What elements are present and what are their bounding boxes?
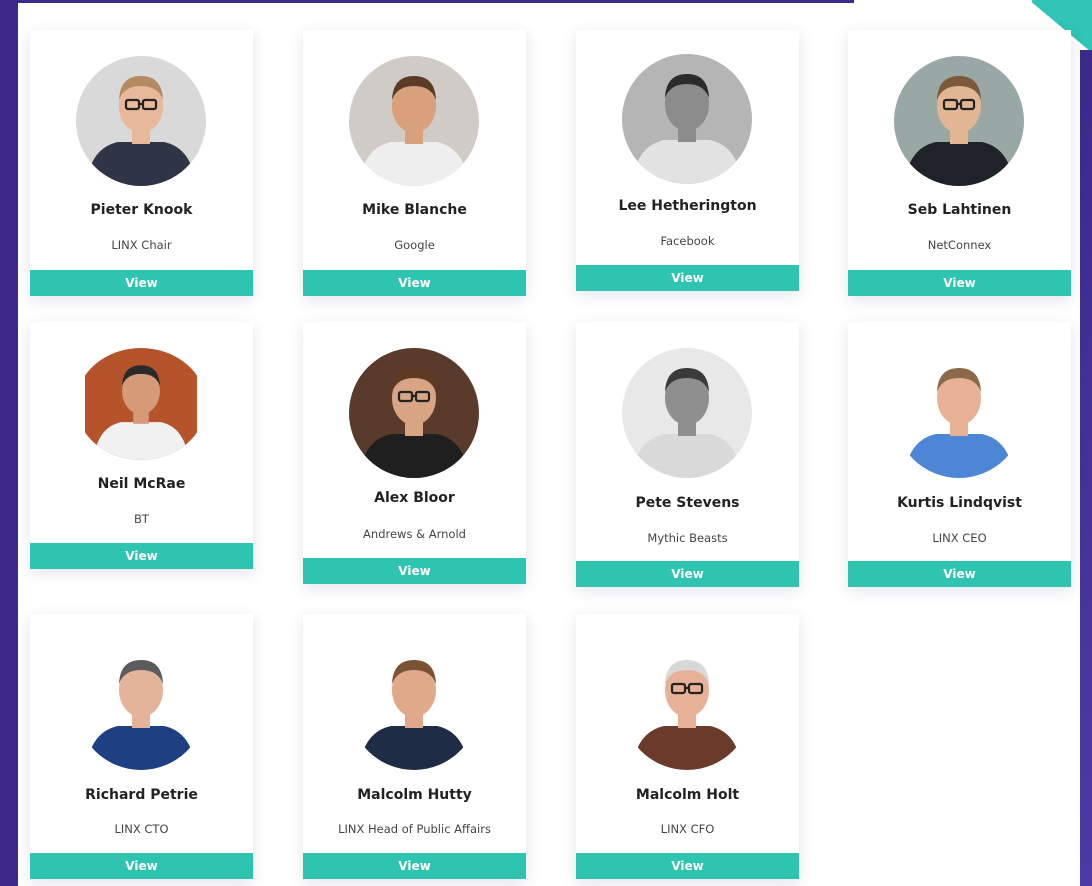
view-button[interactable]: View <box>303 853 526 879</box>
person-name: Neil McRae <box>97 476 186 492</box>
person-photo <box>349 640 479 770</box>
person-name: Alex Bloor <box>374 490 455 506</box>
person-card: Pete Stevens Mythic Beasts View <box>576 322 799 587</box>
person-photo <box>76 640 206 770</box>
person-card: Kurtis Lindqvist LINX CEO View <box>848 322 1071 587</box>
view-button[interactable]: View <box>30 270 253 296</box>
person-name: Mike Blanche <box>362 202 467 218</box>
view-button[interactable]: View <box>303 558 526 584</box>
person-name: Seb Lahtinen <box>907 202 1012 218</box>
person-photo <box>76 348 206 460</box>
person-photo <box>622 54 752 184</box>
person-organization: LINX Head of Public Affairs <box>338 822 491 836</box>
view-button[interactable]: View <box>576 853 799 879</box>
person-organization: NetConnex <box>927 238 992 252</box>
view-button[interactable]: View <box>576 265 799 291</box>
person-organization: LINX CEO <box>932 531 987 545</box>
person-organization: BT <box>134 512 149 526</box>
person-card: Malcolm Hutty LINX Head of Public Affair… <box>303 614 526 879</box>
person-card: Alex Bloor Andrews & Arnold View <box>303 322 526 584</box>
person-name: Pete Stevens <box>635 495 740 511</box>
person-card: Pieter Knook LINX Chair View <box>30 30 253 296</box>
view-button[interactable]: View <box>30 853 253 879</box>
person-card: Mike Blanche Google View <box>303 30 526 296</box>
person-photo <box>622 640 752 770</box>
person-name: Pieter Knook <box>90 202 193 218</box>
view-button[interactable]: View <box>848 270 1071 296</box>
person-card: Malcolm Holt LINX CFO View <box>576 614 799 879</box>
person-name: Malcolm Holt <box>635 787 740 803</box>
person-name: Lee Hetherington <box>618 198 757 214</box>
person-card: Neil McRae BT View <box>30 322 253 569</box>
view-button[interactable]: View <box>848 561 1071 587</box>
person-card: Seb Lahtinen NetConnex View <box>848 30 1071 296</box>
person-photo <box>349 56 479 186</box>
person-card: Richard Petrie LINX CTO View <box>30 614 253 879</box>
view-button[interactable]: View <box>30 543 253 569</box>
person-organization: LINX CFO <box>660 822 715 836</box>
person-name: Richard Petrie <box>85 787 198 803</box>
person-photo <box>622 348 752 478</box>
people-grid: Pieter Knook LINX Chair View Mike Blanch… <box>0 0 1092 886</box>
person-organization: Facebook <box>660 234 715 248</box>
person-name: Malcolm Hutty <box>357 787 472 803</box>
person-organization: Google <box>394 238 435 252</box>
view-button[interactable]: View <box>576 561 799 587</box>
person-name: Kurtis Lindqvist <box>897 495 1022 511</box>
person-photo <box>76 56 206 186</box>
person-organization: Andrews & Arnold <box>363 527 466 541</box>
person-photo <box>894 56 1024 186</box>
person-organization: Mythic Beasts <box>647 531 728 545</box>
person-organization: LINX Chair <box>111 238 172 252</box>
person-card: Lee Hetherington Facebook View <box>576 30 799 291</box>
person-photo <box>349 348 479 478</box>
person-organization: LINX CTO <box>114 822 169 836</box>
view-button[interactable]: View <box>303 270 526 296</box>
person-photo <box>894 348 1024 478</box>
